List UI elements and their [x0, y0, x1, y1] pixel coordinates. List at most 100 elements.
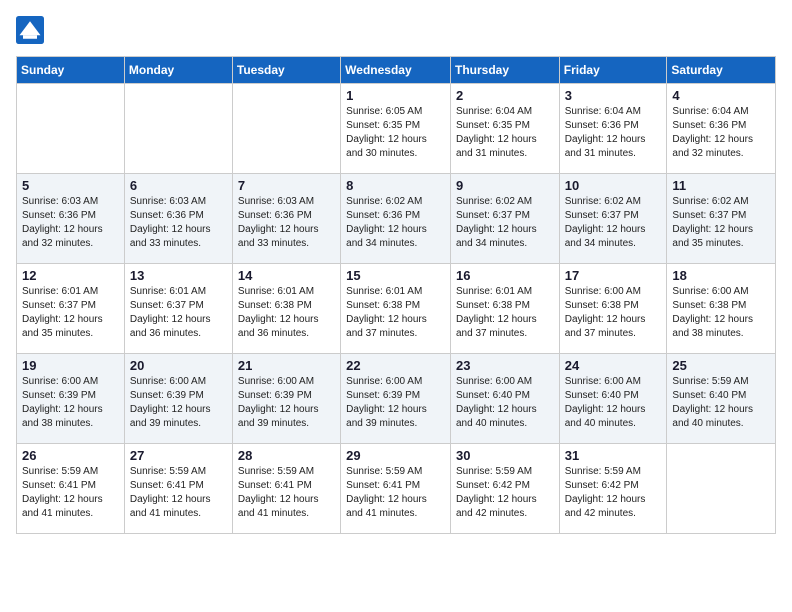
calendar-cell: 31 Sunrise: 5:59 AMSunset: 6:42 PMDayligh… [559, 444, 667, 534]
calendar-cell: 9 Sunrise: 6:02 AMSunset: 6:37 PMDaylight… [450, 174, 559, 264]
day-info: Sunrise: 5:59 AMSunset: 6:41 PMDaylight:… [346, 465, 445, 521]
day-number: 8 [346, 178, 445, 193]
day-number: 16 [456, 268, 554, 283]
day-info: Sunrise: 6:00 AMSunset: 6:39 PMDaylight:… [346, 375, 445, 431]
calendar-cell: 3 Sunrise: 6:04 AMSunset: 6:36 PMDaylight… [559, 84, 667, 174]
day-info: Sunrise: 6:04 AMSunset: 6:35 PMDaylight:… [456, 105, 554, 161]
weekday-header-wednesday: Wednesday [341, 57, 451, 84]
day-info: Sunrise: 5:59 AMSunset: 6:41 PMDaylight:… [238, 465, 335, 521]
day-info: Sunrise: 6:04 AMSunset: 6:36 PMDaylight:… [672, 105, 770, 161]
day-info: Sunrise: 6:02 AMSunset: 6:37 PMDaylight:… [456, 195, 554, 251]
day-info: Sunrise: 5:59 AMSunset: 6:42 PMDaylight:… [456, 465, 554, 521]
calendar-cell: 10 Sunrise: 6:02 AMSunset: 6:37 PMDayligh… [559, 174, 667, 264]
day-number: 28 [238, 448, 335, 463]
day-info: Sunrise: 6:00 AMSunset: 6:39 PMDaylight:… [238, 375, 335, 431]
calendar-cell: 24 Sunrise: 6:00 AMSunset: 6:40 PMDayligh… [559, 354, 667, 444]
day-number: 24 [565, 358, 662, 373]
day-info: Sunrise: 6:01 AMSunset: 6:38 PMDaylight:… [456, 285, 554, 341]
calendar-cell: 23 Sunrise: 6:00 AMSunset: 6:40 PMDayligh… [450, 354, 559, 444]
day-number: 4 [672, 88, 770, 103]
day-info: Sunrise: 6:01 AMSunset: 6:37 PMDaylight:… [130, 285, 227, 341]
day-number: 5 [22, 178, 119, 193]
calendar-cell: 26 Sunrise: 5:59 AMSunset: 6:41 PMDayligh… [17, 444, 125, 534]
calendar-cell: 20Sunrise: 6:00 AMSunset: 6:39 PMDayligh… [124, 354, 232, 444]
day-number: 9 [456, 178, 554, 193]
day-number: 7 [238, 178, 335, 193]
calendar-cell: 29 Sunrise: 5:59 AMSunset: 6:41 PMDayligh… [341, 444, 451, 534]
day-number: 31 [565, 448, 662, 463]
calendar-cell: 5 Sunrise: 6:03 AMSunset: 6:36 PMDaylight… [17, 174, 125, 264]
day-number: 11 [672, 178, 770, 193]
day-number: 27 [130, 448, 227, 463]
calendar-cell: 19Sunrise: 6:00 AMSunset: 6:39 PMDayligh… [17, 354, 125, 444]
week-row-4: 19 Sunrise: 6:00 AMSunset: 6:39 PMDayligh… [17, 354, 776, 444]
calendar-cell: 7 Sunrise: 6:03 AMSunset: 6:36 PMDaylight… [232, 174, 340, 264]
day-number: 14 [238, 268, 335, 283]
calendar-cell: 6Sunrise: 6:03 AMSunset: 6:36 PMDaylight… [124, 174, 232, 264]
weekday-header-monday: Monday [124, 57, 232, 84]
calendar-cell: 28 Sunrise: 5:59 AMSunset: 6:41 PMDayligh… [232, 444, 340, 534]
day-number: 15 [346, 268, 445, 283]
calendar-cell: 12Sunrise: 6:01 AMSunset: 6:37 PMDayligh… [17, 264, 125, 354]
calendar-cell: 21 Sunrise: 6:00 AMSunset: 6:39 PMDayligh… [232, 354, 340, 444]
week-row-2: 5 Sunrise: 6:03 AMSunset: 6:36 PMDaylight… [17, 174, 776, 264]
logo [16, 16, 48, 44]
day-info: Sunrise: 6:03 AMSunset: 6:36 PMDaylight:… [238, 195, 335, 251]
page-header [16, 16, 776, 44]
day-info: Sunrise: 6:00 AMSunset: 6:38 PMDaylight:… [565, 285, 662, 341]
day-number: 19 [22, 358, 119, 373]
calendar-cell: 18Sunrise: 6:00 AMSunset: 6:38 PMDayligh… [667, 264, 776, 354]
calendar-cell: 16 Sunrise: 6:01 AMSunset: 6:38 PMDayligh… [450, 264, 559, 354]
day-info: Sunrise: 6:02 AMSunset: 6:36 PMDaylight:… [346, 195, 445, 251]
calendar-cell: 17 Sunrise: 6:00 AMSunset: 6:38 PMDayligh… [559, 264, 667, 354]
day-info: Sunrise: 5:59 AMSunset: 6:41 PMDaylight:… [130, 465, 227, 521]
weekday-header-thursday: Thursday [450, 57, 559, 84]
weekday-header-saturday: Saturday [667, 57, 776, 84]
logo-icon [16, 16, 44, 44]
calendar-cell: 15 Sunrise: 6:01 AMSunset: 6:38 PMDayligh… [341, 264, 451, 354]
weekday-header-friday: Friday [559, 57, 667, 84]
day-info: Sunrise: 6:00 AMSunset: 6:40 PMDaylight:… [456, 375, 554, 431]
day-info: Sunrise: 6:02 AMSunset: 6:37 PMDaylight:… [672, 195, 770, 251]
day-info: Sunrise: 6:03 AMSunset: 6:36 PMDaylight:… [130, 195, 227, 251]
day-info: Sunrise: 5:59 AMSunset: 6:42 PMDaylight:… [565, 465, 662, 521]
day-number: 13 [130, 268, 227, 283]
day-info: Sunrise: 6:03 AMSunset: 6:36 PMDaylight:… [22, 195, 119, 251]
day-number: 18 [672, 268, 770, 283]
calendar-cell [124, 84, 232, 174]
day-info: Sunrise: 6:02 AMSunset: 6:37 PMDaylight:… [565, 195, 662, 251]
day-info: Sunrise: 5:59 AMSunset: 6:41 PMDaylight:… [22, 465, 119, 521]
week-row-5: 26 Sunrise: 5:59 AMSunset: 6:41 PMDayligh… [17, 444, 776, 534]
calendar-cell: 2Sunrise: 6:04 AMSunset: 6:35 PMDaylight… [450, 84, 559, 174]
day-number: 21 [238, 358, 335, 373]
day-info: Sunrise: 5:59 AMSunset: 6:40 PMDaylight:… [672, 375, 770, 431]
week-row-3: 12Sunrise: 6:01 AMSunset: 6:37 PMDayligh… [17, 264, 776, 354]
calendar-cell: 13 Sunrise: 6:01 AMSunset: 6:37 PMDayligh… [124, 264, 232, 354]
day-number: 23 [456, 358, 554, 373]
day-info: Sunrise: 6:01 AMSunset: 6:37 PMDaylight:… [22, 285, 119, 341]
calendar-cell: 27 Sunrise: 5:59 AMSunset: 6:41 PMDayligh… [124, 444, 232, 534]
calendar-cell: 8 Sunrise: 6:02 AMSunset: 6:36 PMDaylight… [341, 174, 451, 264]
day-info: Sunrise: 6:05 AMSunset: 6:35 PMDaylight:… [346, 105, 445, 161]
day-number: 22 [346, 358, 445, 373]
day-number: 29 [346, 448, 445, 463]
calendar-cell: 25 Sunrise: 5:59 AMSunset: 6:40 PMDayligh… [667, 354, 776, 444]
calendar-cell [667, 444, 776, 534]
day-info: Sunrise: 6:00 AMSunset: 6:40 PMDaylight:… [565, 375, 662, 431]
day-info: Sunrise: 6:01 AMSunset: 6:38 PMDaylight:… [346, 285, 445, 341]
weekday-header-sunday: Sunday [17, 57, 125, 84]
day-number: 20 [130, 358, 227, 373]
day-number: 30 [456, 448, 554, 463]
calendar-cell [232, 84, 340, 174]
day-number: 17 [565, 268, 662, 283]
day-number: 25 [672, 358, 770, 373]
day-info: Sunrise: 6:04 AMSunset: 6:36 PMDaylight:… [565, 105, 662, 161]
calendar-cell: 4 Sunrise: 6:04 AMSunset: 6:36 PMDaylight… [667, 84, 776, 174]
day-info: Sunrise: 6:01 AMSunset: 6:38 PMDaylight:… [238, 285, 335, 341]
day-number: 26 [22, 448, 119, 463]
calendar-cell [17, 84, 125, 174]
day-number: 3 [565, 88, 662, 103]
calendar-cell: 22 Sunrise: 6:00 AMSunset: 6:39 PMDayligh… [341, 354, 451, 444]
calendar-cell: 14 Sunrise: 6:01 AMSunset: 6:38 PMDayligh… [232, 264, 340, 354]
day-number: 10 [565, 178, 662, 193]
